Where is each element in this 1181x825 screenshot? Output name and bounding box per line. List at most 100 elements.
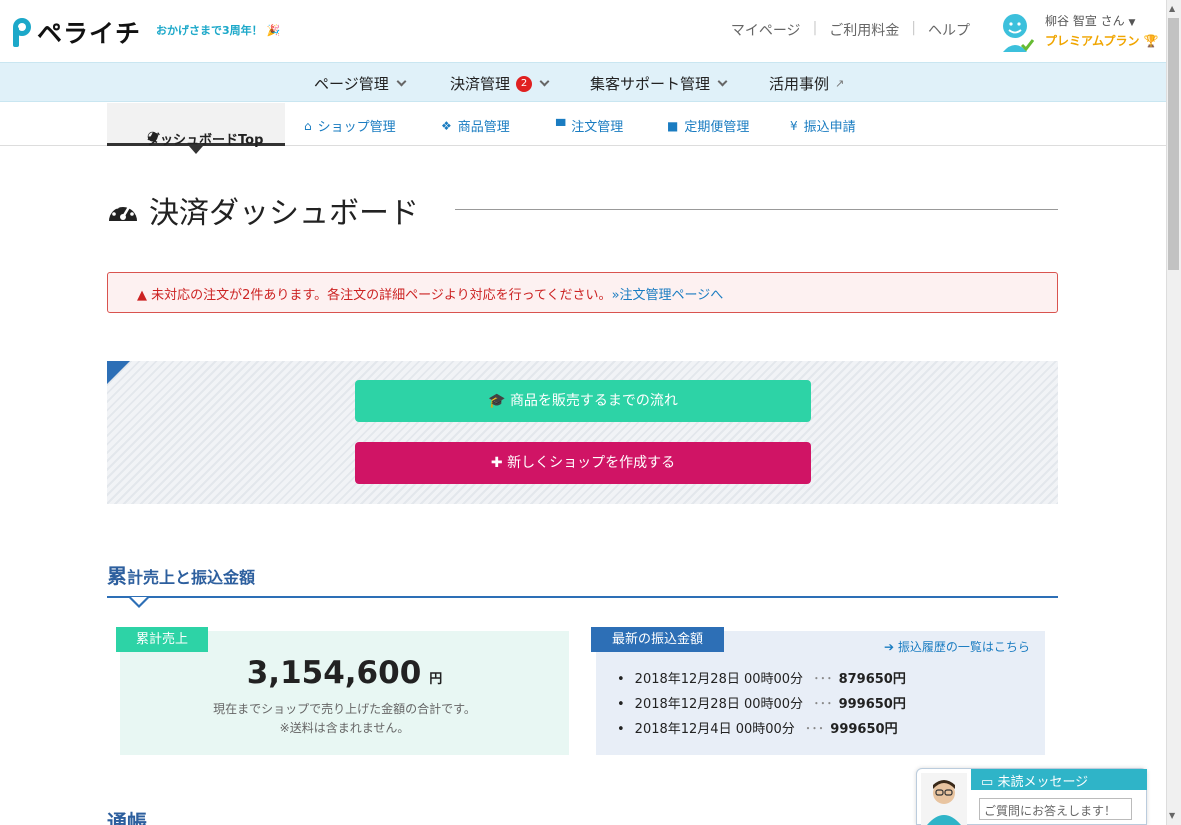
page-title-text: 決済ダッシュボード xyxy=(149,196,419,231)
cart-icon: ▀ xyxy=(556,118,566,133)
avatar-icon xyxy=(1003,14,1034,52)
transfer-list: 2018年12月28日 00時00分･･･879650円 2018年12月28日… xyxy=(617,668,906,743)
alert-text: 未対応の注文が2件あります。各注文の詳細ページより対応を行ってください。 xyxy=(151,288,612,303)
sales-flow-button[interactable]: 🎓 商品を販売するまでの流れ xyxy=(355,380,811,422)
truck-icon: ■ xyxy=(667,118,679,133)
cubes-icon: ❖ xyxy=(441,118,452,133)
nav-label: ページ管理 xyxy=(314,75,389,93)
support-agent-avatar xyxy=(921,773,967,825)
title-divider xyxy=(455,209,1058,210)
section-notch-inner xyxy=(131,597,147,605)
top-header: ペライチ おかげさまで3周年！ 🎉 マイページ | ご利用料金 | ヘルプ 柳谷… xyxy=(0,0,1166,62)
pricing-link[interactable]: ご利用料金 xyxy=(829,20,899,40)
tab-shop-management[interactable]: ⌂ ショップ管理 xyxy=(304,116,396,136)
section-title-sales: 累計売上と振込金額 xyxy=(107,560,255,589)
plus-icon: ✚ xyxy=(490,455,503,471)
list-item: 2018年12月4日 00時00分 ･･･ 999650円 xyxy=(617,718,906,743)
tab-product-management[interactable]: ❖ 商品管理 xyxy=(441,116,510,136)
sub-nav: ◕ ダッシュボードTop ⌂ ショップ管理 ❖ 商品管理 ▀ 注文管理 ■ 定期便管理 ¥… xyxy=(0,103,1166,148)
section-title-passbook: 通帳 xyxy=(107,810,147,825)
nav-label: 集客サポート管理 xyxy=(590,75,711,93)
mypage-link[interactable]: マイページ xyxy=(731,20,801,40)
nav-page-management[interactable]: ページ管理 xyxy=(314,73,407,94)
scroll-up-arrow-icon[interactable]: ▲ xyxy=(1169,4,1175,13)
tab-dashboard-top[interactable]: ◕ ダッシュボードTop xyxy=(107,103,285,148)
scroll-down-arrow-icon[interactable]: ▼ xyxy=(1169,811,1175,820)
order-management-link[interactable]: »注文管理ページへ xyxy=(612,288,724,303)
tab-label: 振込申請 xyxy=(803,120,856,135)
total-sales-note: 現在までショップで売り上げた金額の合計です。 ※送料は含まれません。 xyxy=(120,700,569,738)
warning-icon: ▲ xyxy=(137,288,147,303)
transfer-date: 2018年12月28日 00時00分 xyxy=(634,672,804,687)
top-links: マイページ | ご利用料金 | ヘルプ xyxy=(731,20,970,40)
logo-mark-icon xyxy=(13,18,31,47)
total-sales-value: 3,154,600 円 xyxy=(120,655,569,691)
external-link-icon: ↗ xyxy=(835,77,845,90)
logo-text: ペライチ xyxy=(37,19,142,48)
transfer-amount: 999650円 xyxy=(838,697,906,712)
home-icon: ⌂ xyxy=(304,118,312,133)
dots-separator: ･･･ xyxy=(804,722,825,737)
nav-payment-management[interactable]: 決済管理 2 xyxy=(450,73,550,94)
chevron-down-icon xyxy=(539,76,550,87)
main-nav: ページ管理 決済管理 2 集客サポート管理 活用事例 ↗ xyxy=(0,62,1166,102)
button-label: 新しくショップを作成する xyxy=(507,455,676,471)
tab-label: 定期便管理 xyxy=(684,120,750,135)
button-label: 商品を販売するまでの流れ xyxy=(509,393,678,409)
arrow-right-icon: ➔ xyxy=(884,640,895,654)
list-item: 2018年12月28日 00時00分 ･･･ 999650円 xyxy=(617,693,906,718)
total-amount: 3,154,600 xyxy=(246,655,422,691)
transfer-history-link[interactable]: ➔ 振込履歴の一覧はこちら xyxy=(884,638,1030,655)
chat-title: 未読メッセージ xyxy=(997,775,1089,790)
party-icon: 🎉 xyxy=(266,24,281,37)
tab-subscription-management[interactable]: ■ 定期便管理 xyxy=(667,116,750,136)
divider: | xyxy=(812,20,818,36)
tab-label: 商品管理 xyxy=(457,120,510,135)
yen-icon: ¥ xyxy=(790,118,798,133)
user-name[interactable]: 柳谷 智宣 さん ▼ xyxy=(1045,12,1135,29)
create-shop-button[interactable]: ✚ 新しくショップを作成する xyxy=(355,442,811,484)
section-title-text: 計売上と振込金額 xyxy=(127,568,256,587)
total-sales-tag: 累計売上 xyxy=(116,627,208,652)
nav-case-studies[interactable]: 活用事例 ↗ xyxy=(769,73,844,94)
caret-down-icon: ▼ xyxy=(1128,18,1136,28)
note-line: ※送料は含まれません。 xyxy=(279,721,410,735)
note-line: 現在までショップで売り上げた金額の合計です。 xyxy=(213,702,476,716)
scrollbar-thumb[interactable] xyxy=(1168,18,1179,270)
nav-label: 活用事例 xyxy=(769,75,830,93)
page-title: 決済ダッシュボード xyxy=(107,188,419,232)
dots-separator: ･･･ xyxy=(813,697,833,712)
chat-input[interactable]: ご質問にお答えします！ xyxy=(979,798,1132,820)
plan-label: プレミアムプラン 🏆 xyxy=(1045,34,1159,48)
transfer-date: 2018年12月4日 00時00分 xyxy=(634,722,795,737)
anniversary-tagline: おかげさまで3周年！ 🎉 xyxy=(156,24,281,37)
tab-label: ショップ管理 xyxy=(317,120,396,135)
list-item: 2018年12月28日 00時00分 ･･･ 879650円 xyxy=(617,668,906,693)
dashboard-gauge-icon xyxy=(109,202,137,221)
corner-ribbon xyxy=(107,361,130,384)
nav-label: 決済管理 xyxy=(450,75,511,93)
tab-label: ダッシュボードTop xyxy=(147,133,264,148)
transfer-date: 2018年12月28日 00時00分 xyxy=(634,697,804,712)
total-unit: 円 xyxy=(429,672,443,687)
tab-label: 注文管理 xyxy=(571,120,624,135)
notification-badge: 2 xyxy=(516,75,533,92)
chat-header[interactable]: ▭ 未読メッセージ xyxy=(971,769,1147,790)
chat-widget[interactable]: ▭ 未読メッセージ ご質問にお答えします！ xyxy=(916,768,1147,825)
section-divider xyxy=(107,596,1058,598)
link-label: 振込履歴の一覧はこちら xyxy=(897,640,1030,654)
chat-bubble-icon: ▭ xyxy=(981,775,994,790)
chevron-down-icon xyxy=(396,76,407,87)
graduation-cap-icon: 🎓 xyxy=(488,393,506,409)
active-tab-pointer xyxy=(189,146,203,154)
dots-separator: ･･･ xyxy=(813,672,833,687)
tab-transfer-request[interactable]: ¥ 振込申請 xyxy=(790,116,856,136)
nav-marketing-support[interactable]: 集客サポート管理 xyxy=(590,73,728,94)
divider: | xyxy=(911,20,916,36)
latest-transfer-tag: 最新の振込金額 xyxy=(591,627,724,652)
trophy-icon: 🏆 xyxy=(1143,34,1159,48)
help-link[interactable]: ヘルプ xyxy=(928,20,970,40)
logo[interactable]: ペライチ xyxy=(9,14,141,50)
transfer-amount: 999650円 xyxy=(830,722,898,737)
tab-order-management[interactable]: ▀ 注文管理 xyxy=(556,116,624,136)
